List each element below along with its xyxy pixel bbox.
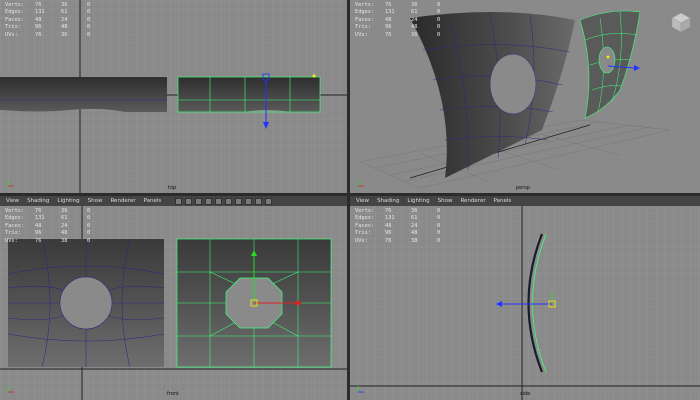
viewport-top[interactable]: Verts: 76 36 0 Edges: 131 61 0 Faces: 48 24 0 Tri…	[0, 0, 347, 193]
menu-panels[interactable]: Panels	[494, 198, 512, 204]
panel-menubar: View Shading Lighting Show Renderer Pane…	[350, 196, 700, 206]
mesh-left-top	[0, 77, 167, 112]
smooth-shade-icon[interactable]	[225, 197, 233, 205]
pane-divider-vertical[interactable]	[347, 0, 350, 400]
menu-renderer[interactable]: Renderer	[460, 198, 485, 204]
textured-icon[interactable]	[235, 197, 243, 205]
menu-view[interactable]: View	[6, 198, 19, 204]
mesh-left-front	[7, 238, 165, 368]
menu-lighting[interactable]: Lighting	[407, 198, 429, 204]
grid-toggle-icon[interactable]	[205, 197, 213, 205]
shadows-icon[interactable]	[255, 197, 263, 205]
mesh-right-front-selected	[176, 238, 332, 368]
poly-count-hud: Verts: 76 36 0 Edges: 131 61 0 Faces: 48 24 0 Tri…	[355, 208, 441, 244]
camera-label: side	[520, 391, 531, 397]
menu-view[interactable]: View	[356, 198, 369, 204]
mesh-right-top-selected	[177, 76, 321, 113]
menu-renderer[interactable]: Renderer	[110, 198, 135, 204]
menu-lighting[interactable]: Lighting	[57, 198, 79, 204]
camera-label: top	[168, 185, 177, 191]
panel-toolbar	[175, 197, 273, 205]
panel-menubar: View Shading Lighting Show Renderer Pane…	[0, 196, 347, 206]
poly-count-hud: Verts: 76 36 0 Edges: 131 61 0 Faces: 48 24 0 Tri…	[5, 2, 91, 38]
image-plane-icon[interactable]	[195, 197, 203, 205]
camera-label: persp	[516, 185, 531, 191]
xray-icon[interactable]	[265, 197, 273, 205]
menu-show[interactable]: Show	[88, 198, 103, 204]
poly-count-hud: Verts: 76 36 0 Edges: 131 61 0 Faces: 48 24 0 Tri…	[5, 208, 91, 244]
menu-shading[interactable]: Shading	[27, 198, 49, 204]
lights-icon[interactable]	[245, 197, 253, 205]
viewport-persp[interactable]: Verts: 76 36 0 Edges: 131 61 0 Faces: 48 24 0 Tri…	[350, 0, 700, 193]
menu-panels[interactable]: Panels	[144, 198, 162, 204]
camera-icon[interactable]	[175, 197, 183, 205]
viewport-side[interactable]: View Shading Lighting Show Renderer Pane…	[350, 196, 700, 400]
wireframe-icon[interactable]	[215, 197, 223, 205]
camera-label: front	[167, 391, 179, 397]
menu-show[interactable]: Show	[438, 198, 453, 204]
menu-shading[interactable]: Shading	[377, 198, 399, 204]
poly-count-hud: Verts: 76 36 0 Edges: 131 61 0 Faces: 48 24 0 Tri…	[355, 2, 441, 38]
pane-divider-horizontal[interactable]	[0, 193, 700, 196]
viewport-front[interactable]: View Shading Lighting Show Renderer Pane…	[0, 196, 347, 400]
bookmark-icon[interactable]	[185, 197, 193, 205]
